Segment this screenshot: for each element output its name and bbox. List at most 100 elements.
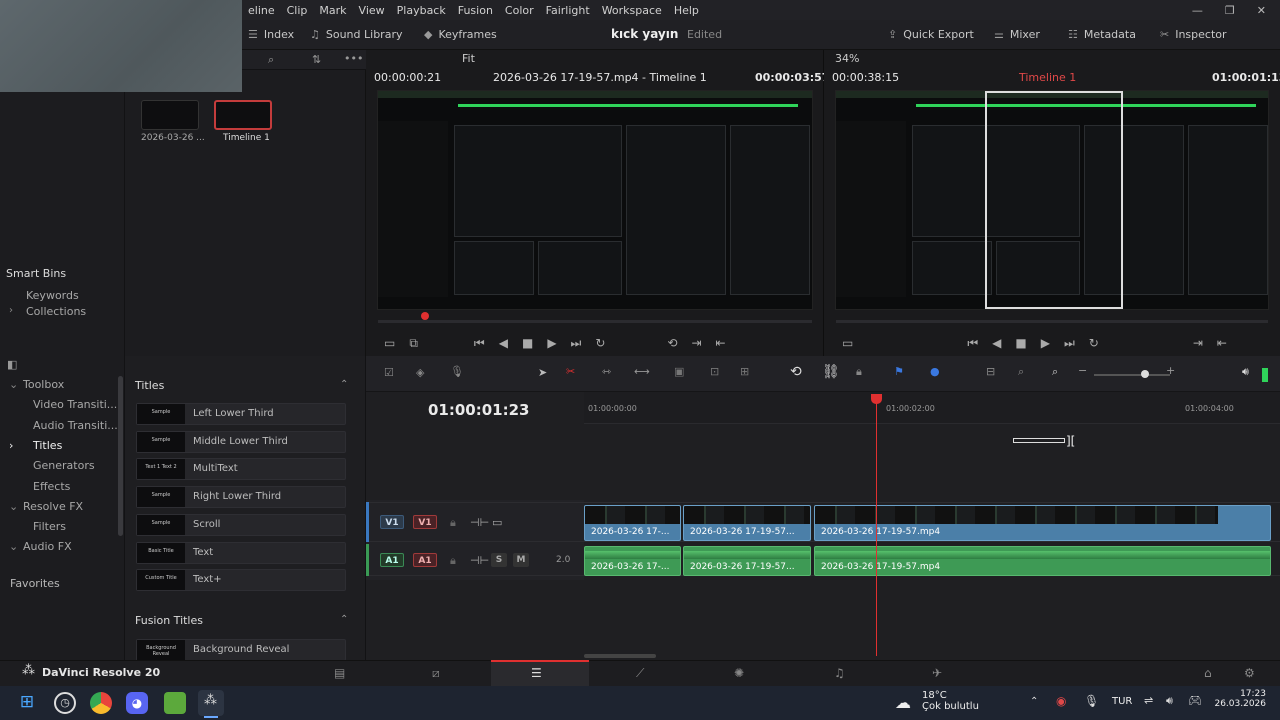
volume-icon[interactable]: 🔊︎: [1242, 365, 1249, 379]
prev-edit-icon[interactable]: ⇤: [716, 336, 726, 351]
tray-app-icon[interactable]: ◉: [1056, 694, 1066, 708]
timeline-scrub-bar[interactable]: [836, 320, 1268, 323]
mute-button[interactable]: M: [513, 553, 529, 567]
next-edit-icon[interactable]: ⇥: [1193, 336, 1203, 351]
effects-tree-item[interactable]: Titles: [33, 439, 62, 452]
source-video-frame[interactable]: [377, 90, 813, 310]
weather-widget[interactable]: 18°C Çok bulutlu: [922, 690, 979, 712]
keyframes-button[interactable]: ◆ Keyframes: [424, 28, 497, 41]
media-page-icon[interactable]: ▤: [334, 666, 345, 680]
timeline-zoom-level[interactable]: 34%: [835, 52, 859, 65]
timeline-ruler[interactable]: 01:00:00:00 01:00:02:00 01:00:04:00: [584, 392, 1280, 424]
cut-page-icon[interactable]: ⧄: [432, 666, 440, 681]
menu-clip[interactable]: Clip: [281, 4, 314, 17]
inspector-button[interactable]: ✂ Inspector: [1160, 28, 1227, 41]
video-enable-icon[interactable]: ▭: [492, 516, 502, 529]
menu-view[interactable]: View: [353, 4, 391, 17]
zoom-custom-icon[interactable]: ⌕: [1052, 365, 1058, 379]
home-icon[interactable]: ⌂: [1204, 666, 1212, 680]
more-options-icon[interactable]: •••: [344, 52, 363, 65]
search-icon[interactable]: ⌕: [268, 53, 274, 67]
chevron-down-icon[interactable]: ⌄: [9, 378, 18, 391]
fairlight-page-icon[interactable]: ♫: [834, 666, 845, 680]
linked-selection-icon[interactable]: ⛓: [822, 364, 840, 380]
title-item[interactable]: Sample Left Lower Third: [136, 403, 346, 425]
auto-select-icon[interactable]: ⊣⊢: [470, 554, 489, 567]
voiceover-icon[interactable]: 🎙︎: [450, 365, 464, 378]
zoom-fit-dropdown[interactable]: Fit: [372, 52, 475, 65]
video-clip[interactable]: 2026-03-26 17-19-57.mp4: [814, 505, 1271, 541]
dynamic-trim-icon[interactable]: ⟷: [634, 365, 650, 378]
windows-start-icon[interactable]: ⊞: [16, 692, 38, 714]
chevron-down-icon[interactable]: ⌄: [9, 500, 18, 513]
jump-end-icon[interactable]: ⏭: [571, 336, 582, 351]
effects-tree-item[interactable]: Generators: [33, 459, 95, 472]
title-item[interactable]: Text 1 Text 2 MultiText: [136, 458, 346, 481]
timeline-video-frame[interactable]: [835, 90, 1269, 310]
fusion-page-icon[interactable]: ⟋: [636, 666, 644, 681]
smart-bin-keywords[interactable]: Keywords: [26, 289, 79, 302]
zoom-detail-icon[interactable]: ⌕: [1018, 365, 1024, 379]
video-clip[interactable]: 2026-03-26 17-19-57...: [683, 505, 811, 541]
lock-track-icon[interactable]: 🔒︎: [450, 554, 456, 568]
zoom-full-icon[interactable]: ⊟: [986, 365, 995, 378]
flag-icon[interactable]: ⚑: [894, 365, 904, 378]
sound-library-button[interactable]: ♫ Sound Library: [310, 28, 402, 41]
chevron-right-icon[interactable]: ›: [9, 305, 13, 316]
overwrite-clip-icon[interactable]: ⊡: [710, 365, 719, 378]
track-a1-label[interactable]: A1: [413, 553, 437, 567]
metadata-button[interactable]: ☷ Metadata: [1068, 28, 1136, 41]
insert-clip-icon[interactable]: ▣: [674, 365, 684, 378]
panel-toggle-icon[interactable]: ◧: [7, 358, 17, 371]
edit-page-tab[interactable]: ☰: [491, 660, 589, 686]
color-page-icon[interactable]: ✺: [734, 666, 744, 680]
play-icon[interactable]: ▶: [1041, 336, 1050, 351]
timeline-scrollbar[interactable]: [584, 654, 656, 658]
next-edit-icon[interactable]: ⇥: [691, 336, 701, 351]
zoom-out-icon[interactable]: −: [1078, 364, 1087, 377]
marker-icon[interactable]: ●: [930, 365, 940, 378]
title-item[interactable]: Sample Scroll: [136, 513, 346, 536]
replace-clip-icon[interactable]: ⊞: [740, 365, 749, 378]
clock-app-icon[interactable]: ◷: [54, 692, 76, 714]
source-playhead[interactable]: [421, 312, 429, 320]
loop-icon[interactable]: ↻: [595, 336, 605, 351]
system-clock[interactable]: 17:23 26.03.2026: [1210, 689, 1266, 709]
deliver-page-icon[interactable]: ✈: [932, 666, 942, 680]
minecraft-icon[interactable]: [164, 692, 186, 714]
close-icon[interactable]: ✕: [1257, 4, 1266, 17]
menu-playback[interactable]: Playback: [391, 4, 452, 17]
selection-tool-icon[interactable]: ➤: [538, 366, 547, 379]
blade-tool-icon[interactable]: ✂: [566, 365, 575, 378]
source-v1-patch[interactable]: V1: [380, 515, 404, 529]
timeline-playhead[interactable]: [876, 396, 877, 656]
snapping-icon[interactable]: ⟲: [790, 364, 802, 380]
minimize-icon[interactable]: —: [1192, 4, 1203, 17]
collapse-icon[interactable]: ⌃: [340, 379, 348, 390]
play-icon[interactable]: ▶: [547, 336, 556, 351]
source-scrub-bar[interactable]: [378, 320, 812, 323]
stop-icon[interactable]: ■: [522, 336, 533, 351]
clip-options-icon[interactable]: ⧉: [409, 336, 418, 351]
effects-scrollbar[interactable]: [118, 376, 123, 536]
menu-fusion[interactable]: Fusion: [452, 4, 499, 17]
microphone-icon[interactable]: 🎙︎: [1084, 694, 1099, 708]
network-icon[interactable]: ⇌: [1144, 694, 1153, 707]
auto-select-icon[interactable]: ⊣⊢: [470, 516, 489, 529]
viewer-options-icon[interactable]: ▭: [384, 336, 395, 351]
mixer-button[interactable]: ⚌ Mixer: [994, 28, 1040, 41]
jump-start-icon[interactable]: ⏮: [474, 336, 485, 351]
menu-fairlight[interactable]: Fairlight: [540, 4, 596, 17]
controller-icon[interactable]: 🎮︎: [1188, 694, 1202, 707]
maximize-icon[interactable]: ❐: [1225, 4, 1235, 17]
position-lock-icon[interactable]: 🔒︎: [856, 365, 862, 379]
menu-color[interactable]: Color: [499, 4, 540, 17]
fusion-title-item[interactable]: Background Reveal Background Reveal: [136, 639, 346, 661]
effects-tree-item[interactable]: Toolbox: [23, 378, 64, 391]
prev-edit-icon[interactable]: ⇤: [1217, 336, 1227, 351]
sort-icon[interactable]: ⇅: [312, 53, 321, 66]
title-item[interactable]: Custom Title Text+: [136, 569, 346, 592]
timeline-viewer-title[interactable]: Timeline 1: [1019, 71, 1076, 84]
language-indicator[interactable]: TUR: [1112, 696, 1132, 707]
jump-end-icon[interactable]: ⏭: [1064, 336, 1075, 351]
